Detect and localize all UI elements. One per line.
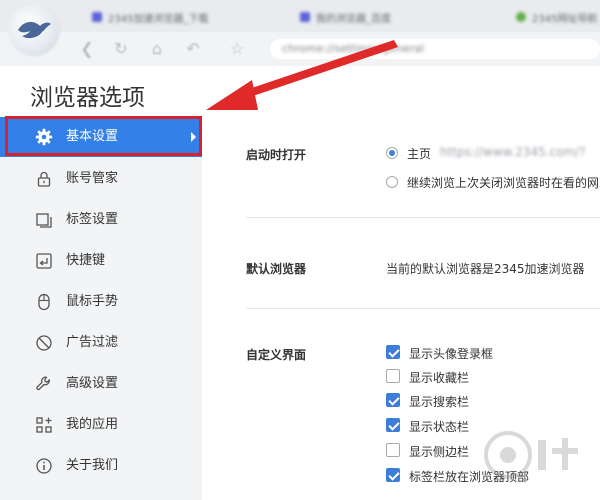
checkbox-label: 显示状态栏: [409, 420, 470, 434]
section-divider: [246, 217, 600, 218]
keyboard-shortcut-icon: [36, 253, 52, 269]
section-divider: [246, 308, 600, 309]
startup-homepage-label: 主页: [407, 147, 432, 161]
sidebar-item-label: 高级设置: [66, 376, 119, 391]
lock-icon: [37, 171, 51, 187]
sidebar-item-ad-filter[interactable]: 广告过滤: [0, 323, 202, 363]
address-bar-url: chrome://settings/general: [282, 42, 425, 55]
home-icon[interactable]: ⌂: [148, 40, 166, 58]
browser-tab[interactable]: 2345加速浏览器_下载: [92, 6, 208, 28]
sidebar-item-label: 广告过滤: [66, 335, 119, 350]
custom-ui-section-label: 自定义界面: [246, 348, 307, 362]
sidebar-item-label: 关于我们: [66, 458, 119, 473]
gear-icon: [35, 128, 53, 146]
sidebar-item-label: 我的应用: [66, 417, 119, 432]
startup-restore-label: 继续浏览上次关闭浏览器时在看的网页: [407, 176, 600, 190]
browser-chrome: 2345加速浏览器_下载 我的浏览器_百度 2345网址导航 ❮ ↻ ⌂ ↶ ☆…: [0, 0, 600, 66]
browser-tab-title: 2345加速浏览器_下载: [108, 13, 209, 25]
tabbar-on-top-checkbox[interactable]: [386, 468, 400, 482]
info-icon: [36, 458, 52, 474]
settings-sidebar: 基本设置 账号管家 标签设置 快捷键 鼠标手势 广告过滤 高级设置 我的应用 关…: [0, 117, 202, 500]
page-favicon-icon: [516, 12, 526, 22]
default-browser-status: 当前的默认浏览器是2345加速浏览器: [386, 262, 585, 276]
sidebar-item-my-apps[interactable]: 我的应用: [0, 405, 202, 445]
sidebar-item-label: 快捷键: [66, 253, 106, 268]
show-sidebar-checkbox[interactable]: [386, 443, 400, 457]
default-browser-section-label: 默认浏览器: [246, 262, 307, 276]
address-bar[interactable]: chrome://settings/general: [270, 39, 600, 59]
sidebar-item-about-us[interactable]: 关于我们: [0, 446, 202, 486]
page-favicon-icon: [300, 12, 310, 22]
show-bookmarks-bar-checkbox[interactable]: [386, 369, 400, 383]
checkbox-label: 显示收藏栏: [409, 371, 470, 385]
sidebar-item-label: 基本设置: [66, 129, 119, 144]
page-title: 浏览器选项: [30, 85, 145, 111]
sidebar-item-tab-settings[interactable]: 标签设置: [0, 200, 202, 240]
sidebar-item-basic-settings[interactable]: 基本设置: [0, 117, 202, 157]
checkbox-label: 标签栏放在浏览器顶部: [409, 470, 530, 484]
sidebar-item-account-manager[interactable]: 账号管家: [0, 159, 202, 199]
sidebar-item-label: 账号管家: [66, 171, 119, 186]
sidebar-item-advanced-settings[interactable]: 高级设置: [0, 364, 202, 404]
mouse-icon: [38, 293, 50, 311]
browser-tab[interactable]: 我的浏览器_百度: [300, 6, 391, 28]
checkbox-label: 显示侧边栏: [409, 445, 470, 459]
homepage-url: https://www.2345.com/?: [440, 145, 586, 159]
sidebar-item-label: 标签设置: [66, 212, 119, 227]
startup-homepage-radio[interactable]: [386, 147, 398, 159]
sidebar-item-mouse-gestures[interactable]: 鼠标手势: [0, 282, 202, 322]
back-icon[interactable]: ❮: [78, 40, 96, 58]
navigation-bar: ❮ ↻ ⌂ ↶ ☆ chrome://settings/general: [70, 32, 600, 66]
show-avatar-login-checkbox[interactable]: [386, 345, 400, 359]
chevron-right-icon: [191, 132, 196, 142]
show-status-bar-checkbox[interactable]: [386, 418, 400, 432]
star-icon[interactable]: ☆: [228, 40, 246, 58]
block-icon: [36, 335, 52, 351]
startup-section-label: 启动时打开: [246, 148, 307, 162]
settings-content: 启动时打开 主页 https://www.2345.com/? 继续浏览上次关闭…: [202, 117, 600, 500]
checkbox-label: 显示搜索栏: [409, 395, 470, 409]
sidebar-item-label: 鼠标手势: [66, 294, 119, 309]
browser-tab[interactable]: 2345网址导航: [516, 6, 597, 28]
refresh-icon[interactable]: ↻: [112, 40, 130, 58]
checkbox-label: 显示头像登录框: [409, 347, 494, 361]
startup-restore-radio[interactable]: [386, 176, 398, 188]
apps-grid-icon: [36, 417, 52, 433]
show-search-bar-checkbox[interactable]: [386, 393, 400, 407]
bird-logo-icon: [18, 21, 51, 39]
tabs-icon: [36, 213, 52, 228]
sidebar-item-shortcuts[interactable]: 快捷键: [0, 241, 202, 281]
undo-icon[interactable]: ↶: [184, 40, 202, 58]
browser-tab-title: 我的浏览器_百度: [316, 13, 391, 25]
wrench-icon: [36, 376, 50, 391]
page-favicon-icon: [92, 12, 102, 22]
browser-tab-title: 2345网址导航: [532, 13, 598, 25]
